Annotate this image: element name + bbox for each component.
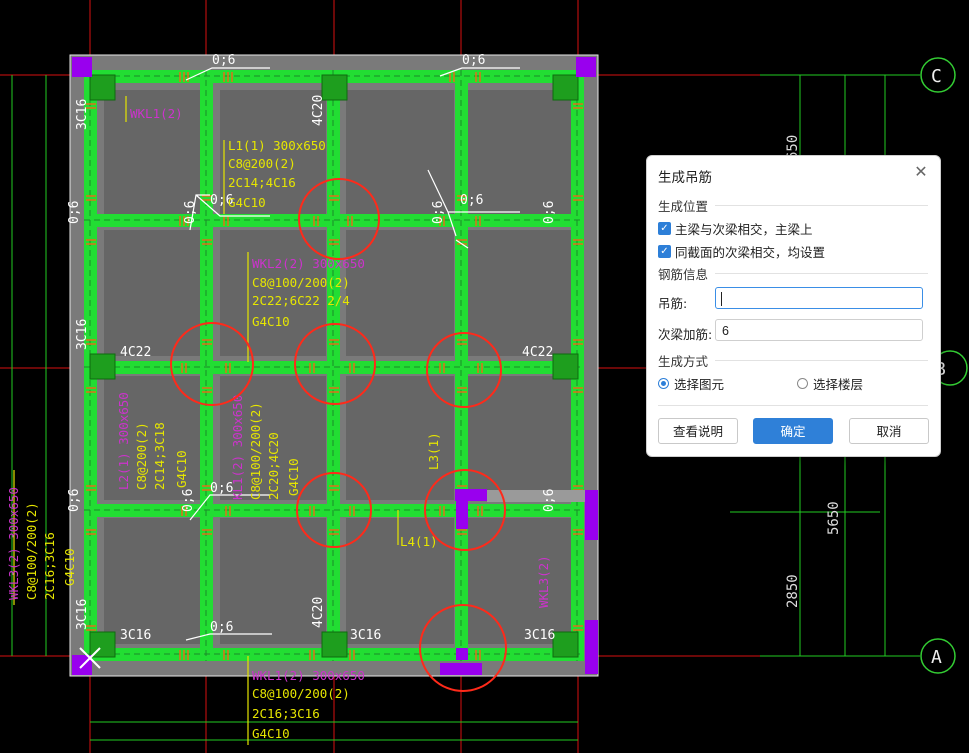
svg-text:2C14;3C18: 2C14;3C18 — [152, 422, 167, 490]
svg-text:L2(1) 300x650: L2(1) 300x650 — [116, 392, 131, 490]
beam-tag-wkl1-top: WKL1(2) — [130, 106, 183, 121]
extra-rebar-label: 次梁加筋: — [658, 327, 713, 342]
tag-3c16-left: 3C16 — [120, 628, 151, 643]
checkbox-checked-icon: ✓ — [658, 222, 671, 235]
svg-text:G4C10: G4C10 — [228, 195, 266, 210]
checkbox-label: 主梁与次梁相交，主梁上 — [675, 222, 813, 237]
tag-3c16-v3: 3C16 — [75, 599, 90, 630]
svg-text:C8@100/200(2): C8@100/200(2) — [248, 402, 263, 500]
help-button[interactable]: 查看说明 — [658, 418, 738, 444]
svg-text:L1(1) 300x650: L1(1) 300x650 — [228, 138, 326, 153]
tag-06-v4: 0;6 — [542, 201, 557, 224]
tag-4c22-left: 4C22 — [120, 345, 151, 360]
svg-text:G4C10: G4C10 — [286, 458, 301, 496]
svg-text:G4C10: G4C10 — [252, 726, 290, 741]
svg-text:G4C10: G4C10 — [62, 548, 77, 586]
svg-text:C8@200(2): C8@200(2) — [228, 156, 296, 171]
divider — [715, 205, 928, 206]
dim-label-2850: 2850 — [785, 574, 801, 608]
checkbox-checked-icon: ✓ — [658, 245, 671, 258]
svg-text:C8@100/200(2): C8@100/200(2) — [24, 502, 39, 600]
radio-select-floor[interactable]: 选择楼层 — [797, 374, 863, 393]
radio-label: 选择图元 — [674, 377, 725, 392]
divider — [715, 273, 928, 274]
radio-label: 选择楼层 — [813, 377, 864, 392]
extra-rebar-input[interactable]: 6 — [715, 319, 923, 341]
svg-text:C8@100/200(2): C8@100/200(2) — [252, 275, 350, 290]
tag-06-r2-right: 0;6 — [460, 193, 483, 208]
radio-selected-icon — [658, 378, 669, 389]
svg-text:2C14;4C16: 2C14;4C16 — [228, 175, 296, 190]
axis-bubble-c: C — [920, 57, 956, 93]
tag-06-bottom: 0;6 — [210, 620, 233, 635]
divider — [715, 360, 928, 361]
tag-06-top-right: 0;6 — [462, 53, 485, 68]
checkbox-main-secondary[interactable]: ✓ 主梁与次梁相交，主梁上 — [658, 219, 813, 238]
tag-3c16-right: 3C16 — [524, 628, 555, 643]
beam-tag-l3: L3(1) — [426, 432, 441, 470]
radio-select-element[interactable]: 选择图元 — [658, 374, 724, 393]
svg-text:A: A — [931, 647, 942, 668]
svg-text:G4C10: G4C10 — [174, 450, 189, 488]
hanger-rebar-dialog: 生成吊筋 ✕ 生成位置 ✓ 主梁与次梁相交，主梁上 ✓ 同截面的次梁相交，均设置… — [646, 155, 941, 457]
tag-4c20-top: 4C20 — [311, 95, 326, 126]
svg-text:2C22;6C22 2/4: 2C22;6C22 2/4 — [252, 293, 350, 308]
svg-text:C8@200(2): C8@200(2) — [134, 422, 149, 490]
annotation-wkl1-bottom: WKL1(2) 300x650 C8@100/200(2) 2C16;3C16 … — [252, 668, 365, 741]
divider — [658, 405, 928, 406]
close-icon[interactable]: ✕ — [912, 163, 930, 181]
dim-label-5650: 5650 — [826, 501, 842, 535]
tag-06-v2: 0;6 — [183, 201, 198, 224]
cancel-button[interactable]: 取消 — [849, 418, 929, 444]
svg-text:WKL3(2) 300x650: WKL3(2) 300x650 — [6, 487, 21, 600]
tag-3c16-v1: 3C16 — [75, 99, 90, 130]
tag-06-v7: 0;6 — [542, 489, 557, 512]
radio-unselected-icon — [797, 378, 808, 389]
checkbox-label: 同截面的次梁相交，均设置 — [675, 245, 826, 260]
hanger-label: 吊筋: — [658, 296, 688, 311]
dialog-title: 生成吊筋 — [658, 170, 712, 186]
svg-text:C: C — [931, 66, 942, 87]
beam-tag-l4: L4(1) — [400, 534, 438, 549]
hanger-input[interactable] — [715, 287, 923, 309]
tag-06-v5: 0;6 — [67, 489, 82, 512]
tag-3c16-v2: 3C16 — [75, 319, 90, 350]
tag-06-top-left: 0;6 — [212, 53, 235, 68]
section-rebar: 钢筋信息 — [658, 267, 709, 282]
tag-06-v1: 0;6 — [67, 201, 82, 224]
ok-button[interactable]: 确定 — [753, 418, 833, 444]
tag-06-v6: 0;6 — [181, 489, 196, 512]
svg-text:2C16;3C16: 2C16;3C16 — [42, 532, 57, 600]
svg-text:2C20;4C20: 2C20;4C20 — [266, 432, 281, 500]
checkbox-same-section[interactable]: ✓ 同截面的次梁相交，均设置 — [658, 242, 825, 261]
section-position: 生成位置 — [658, 199, 709, 214]
svg-text:2C16;3C16: 2C16;3C16 — [252, 706, 320, 721]
beam-tag-wkl-right: WKL3(2) — [536, 555, 551, 608]
tag-4c20-bottom: 4C20 — [311, 597, 326, 628]
svg-text:WKL1(2) 300x650: WKL1(2) 300x650 — [252, 668, 365, 683]
axis-bubble-a: A — [920, 638, 956, 674]
svg-text:C8@100/200(2): C8@100/200(2) — [252, 686, 350, 701]
tag-06-v3: 0;6 — [431, 201, 446, 224]
svg-text:KL1(2) 300x650: KL1(2) 300x650 — [230, 395, 245, 500]
svg-text:G4C10: G4C10 — [252, 314, 290, 329]
section-method: 生成方式 — [658, 354, 709, 369]
tag-3c16-mid: 3C16 — [350, 628, 381, 643]
text-caret — [721, 292, 722, 306]
tag-4c22-right: 4C22 — [522, 345, 553, 360]
